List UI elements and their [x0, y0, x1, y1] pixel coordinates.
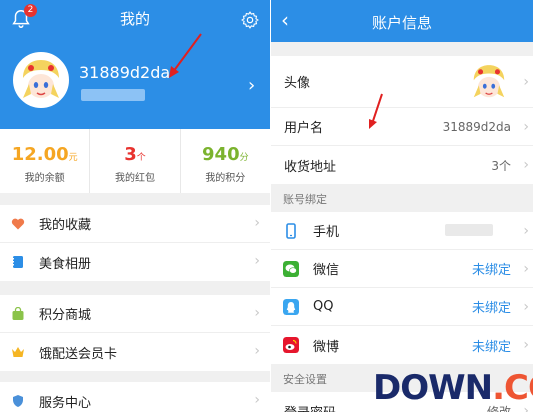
watermark-logo: DOWN.CC	[373, 362, 533, 412]
blurred-phone-number	[445, 224, 493, 236]
menu-label: 美食相册	[39, 256, 92, 272]
service-icon	[13, 395, 23, 407]
menu-item-favorites[interactable]: 我的收藏 ›	[0, 205, 270, 243]
avatar-illustration	[15, 54, 67, 106]
chevron-right-icon: ›	[523, 157, 529, 173]
shop-bag-icon	[12, 306, 24, 320]
chevron-right-icon: ›	[523, 337, 529, 353]
row-label: 手机	[313, 225, 340, 240]
menu-item-points-mall[interactable]: 积分商城 ›	[0, 295, 270, 333]
menu-item-album[interactable]: 美食相册 ›	[0, 243, 270, 281]
avatar[interactable]	[13, 52, 69, 108]
avatar-illustration	[467, 60, 511, 104]
row-label: 微博	[313, 339, 340, 355]
stat-unit: 个	[136, 153, 146, 163]
stat-redpacket[interactable]: 3个 我的红包	[90, 129, 181, 193]
row-label: 登录密码	[284, 402, 336, 412]
weibo-icon	[283, 337, 299, 353]
chevron-right-icon: ›	[523, 260, 529, 277]
phone-icon	[286, 222, 296, 239]
stat-unit: 元	[68, 153, 78, 163]
menu-item-member-card[interactable]: 饿配送会员卡 ›	[0, 333, 270, 371]
row-qq[interactable]: QQ 未绑定 ›	[271, 288, 533, 326]
section-header-binding: 账号绑定	[283, 193, 327, 206]
my-page-panel: 2 我的 31889d2da › 12.00元 我的余额 3个 我的红包 940…	[0, 0, 270, 412]
row-label: 收货地址	[284, 159, 337, 175]
heart-icon	[11, 218, 25, 229]
row-label: 头像	[284, 76, 311, 91]
profile-header: 2 我的 31889d2da ›	[0, 0, 270, 129]
chevron-right-icon: ›	[254, 253, 260, 269]
watermark-suffix: .CC	[492, 368, 533, 408]
menu-label: 积分商城	[39, 308, 92, 323]
menu-group-favorites: 我的收藏 › 美食相册 ›	[0, 205, 270, 281]
row-username[interactable]: 用户名 31889d2da ›	[271, 108, 533, 146]
chevron-right-icon: ›	[254, 305, 260, 321]
chevron-right-icon: ›	[523, 118, 529, 135]
blurred-phone-number	[81, 89, 145, 101]
stat-label: 我的余额	[24, 173, 65, 184]
username: 31889d2da	[79, 63, 171, 82]
stat-value: 12.00	[11, 144, 69, 165]
menu-label: 服务中心	[39, 395, 92, 411]
account-info-panel: ‹ 账户信息 头像 › 用户名 31889d2da › 收货地址 3个 › 账号…	[271, 0, 533, 412]
chevron-right-icon: ›	[254, 343, 260, 359]
chevron-right-icon: ›	[523, 298, 529, 315]
stat-unit: 分	[239, 153, 249, 163]
avatar	[467, 60, 511, 104]
chevron-right-icon: ›	[523, 222, 529, 239]
red-annotation-arrow	[169, 33, 202, 78]
bind-status-link[interactable]: 未绑定	[472, 297, 511, 316]
row-label: QQ	[313, 299, 334, 314]
chevron-right-icon: ›	[254, 215, 260, 231]
row-phone[interactable]: 手机 ›	[271, 212, 533, 250]
chevron-right-icon[interactable]: ›	[248, 75, 255, 96]
menu-item-service-center[interactable]: 服务中心 ›	[0, 382, 270, 412]
menu-label: 饿配送会员卡	[39, 346, 118, 362]
stat-balance[interactable]: 12.00元 我的余额	[0, 129, 91, 193]
row-label: 微信	[313, 263, 340, 278]
row-avatar[interactable]: 头像 ›	[271, 56, 533, 108]
watermark-text: DOWN	[373, 368, 493, 408]
stats-row: 12.00元 我的余额 3个 我的红包 940分 我的积分	[0, 129, 270, 193]
album-icon	[12, 256, 23, 268]
qq-icon	[283, 298, 299, 315]
red-annotation-arrow	[369, 93, 383, 129]
row-label: 用户名	[284, 121, 324, 136]
binding-group: 手机 › 微信 未绑定 › QQ 未绑定 › 微博 未绑定 ›	[271, 212, 533, 364]
chevron-right-icon: ›	[254, 392, 260, 408]
row-wechat[interactable]: 微信 未绑定 ›	[271, 250, 533, 288]
row-address[interactable]: 收货地址 3个 ›	[271, 146, 533, 184]
gear-icon[interactable]	[240, 10, 260, 30]
profile-group: 头像 › 用户名 31889d2da › 收货地址 3个 ›	[271, 56, 533, 184]
page-title: 我的	[119, 10, 150, 28]
stat-value: 3	[124, 144, 137, 165]
row-weibo[interactable]: 微博 未绑定 ›	[271, 326, 533, 364]
stat-label: 我的红包	[114, 173, 155, 184]
row-value: 3个	[491, 158, 511, 173]
stat-value: 940	[202, 144, 240, 165]
crown-icon	[12, 347, 24, 357]
account-header: ‹ 账户信息	[271, 0, 533, 42]
chevron-right-icon: ›	[523, 73, 529, 90]
menu-group-shop: 积分商城 › 饿配送会员卡 ›	[0, 295, 270, 371]
menu-group-service: 服务中心 ›	[0, 382, 270, 412]
bind-status-link[interactable]: 未绑定	[472, 336, 511, 355]
wechat-icon	[283, 260, 299, 277]
menu-label: 我的收藏	[39, 218, 92, 233]
stat-points[interactable]: 940分 我的积分	[181, 129, 270, 193]
stat-label: 我的积分	[205, 173, 246, 184]
bind-status-link[interactable]: 未绑定	[472, 259, 511, 278]
row-value: 31889d2da	[442, 119, 511, 134]
page-title: 账户信息	[371, 14, 432, 32]
